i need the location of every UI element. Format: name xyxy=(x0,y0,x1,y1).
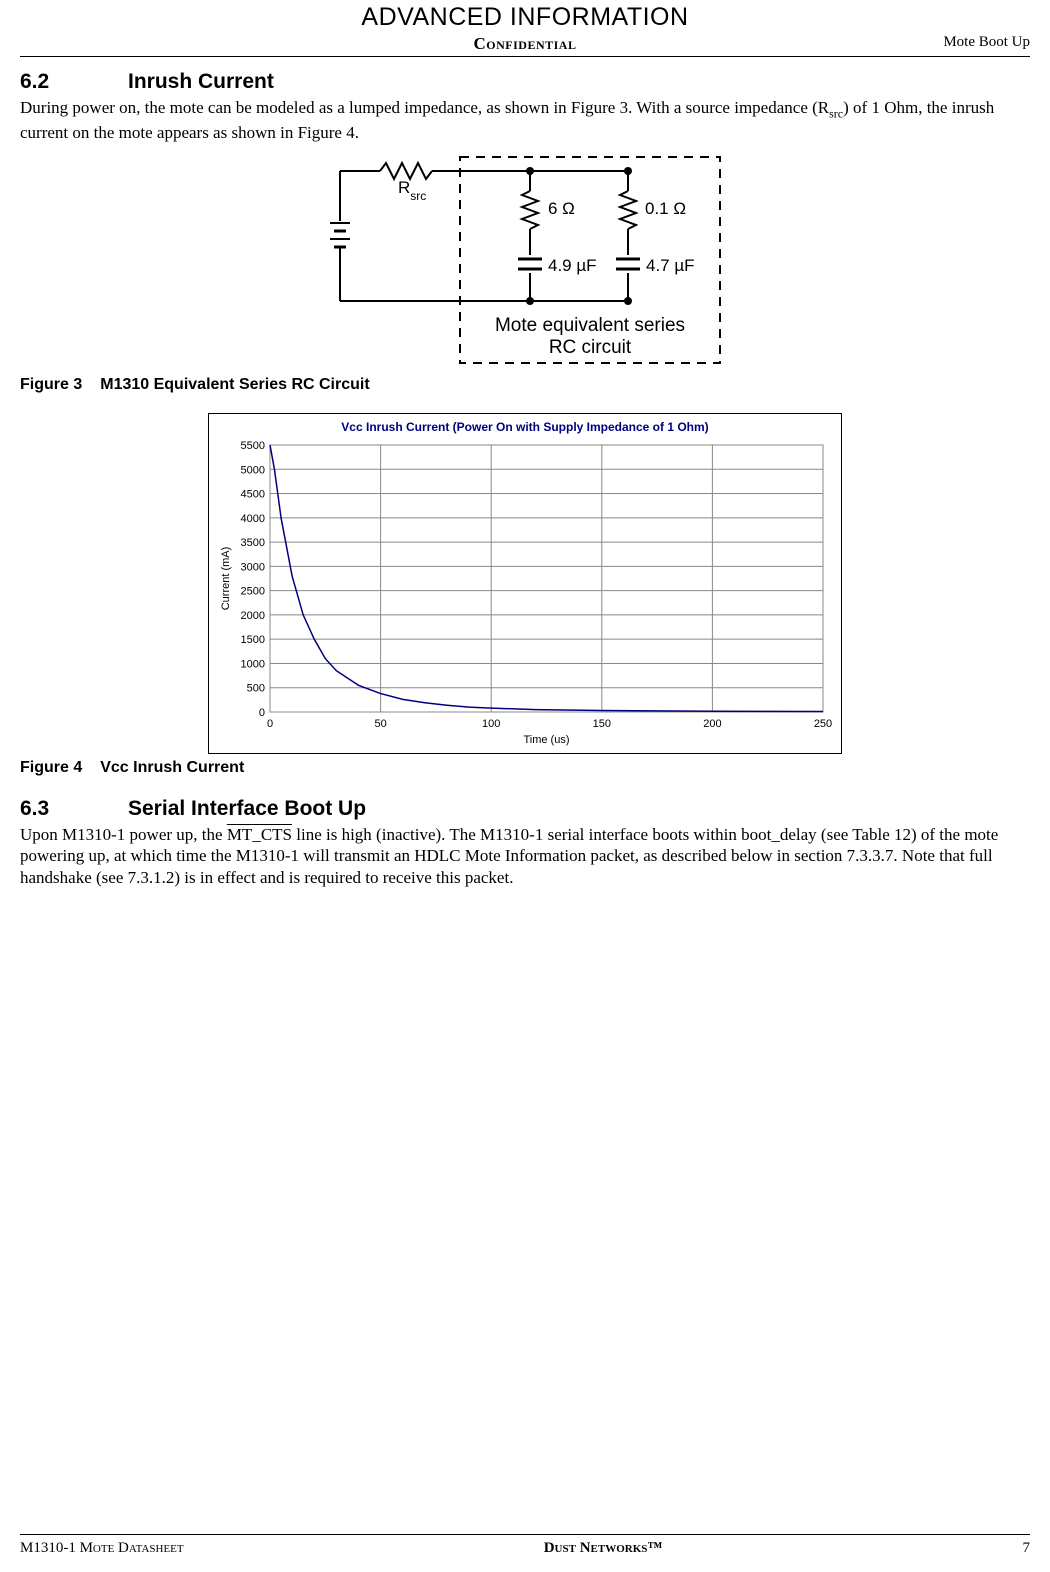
footer-page-number: 7 xyxy=(1022,1539,1030,1558)
c2-label: 4.7 µF xyxy=(646,256,695,275)
svg-text:1000: 1000 xyxy=(241,658,265,670)
svg-text:5500: 5500 xyxy=(241,440,265,452)
page-footer: M1310-1 Mote Datasheet Dust Networks™ 7 xyxy=(20,1534,1030,1558)
r2-label: 0.1 Ω xyxy=(645,199,686,218)
svg-text:Time (us): Time (us) xyxy=(523,734,569,746)
svg-text:250: 250 xyxy=(814,718,832,730)
circuit-diagram: Rsrc Vsrc 6 Ω 0.1 Ω 4.9 µF 4.7 µF Mote e… xyxy=(320,151,730,371)
figure-4: Vcc Inrush Current (Power On with Supply… xyxy=(20,413,1030,754)
footer-left: M1310-1 Mote Datasheet xyxy=(20,1539,184,1558)
svg-text:Rsrc: Rsrc xyxy=(398,178,426,203)
svg-text:100: 100 xyxy=(482,718,500,730)
chart-title: Vcc Inrush Current (Power On with Supply… xyxy=(215,420,835,435)
svg-text:2500: 2500 xyxy=(241,586,265,598)
top-rule xyxy=(20,56,1030,57)
svg-text:3000: 3000 xyxy=(241,561,265,573)
figure-4-caption: Figure 4Vcc Inrush Current xyxy=(20,758,1030,778)
banner: ADVANCED INFORMATION xyxy=(20,2,1030,33)
section-6-2-heading: 6.2Inrush Current xyxy=(20,69,1030,95)
svg-text:5000: 5000 xyxy=(241,464,265,476)
svg-text:200: 200 xyxy=(703,718,721,730)
svg-text:0: 0 xyxy=(267,718,273,730)
svg-text:150: 150 xyxy=(593,718,611,730)
inrush-chart: 0501001502002500500100015002000250030003… xyxy=(215,437,835,747)
section-6-2-body: During power on, the mote can be modeled… xyxy=(20,97,1030,143)
svg-text:0: 0 xyxy=(259,707,265,719)
figure-3: Rsrc Vsrc 6 Ω 0.1 Ω 4.9 µF 4.7 µF Mote e… xyxy=(20,151,1030,371)
section-6-3-heading: 6.3Serial Interface Boot Up xyxy=(20,796,1030,822)
figure-3-caption: Figure 3M1310 Equivalent Series RC Circu… xyxy=(20,375,1030,395)
svg-text:2000: 2000 xyxy=(241,610,265,622)
c1-label: 4.9 µF xyxy=(548,256,597,275)
svg-text:3500: 3500 xyxy=(241,537,265,549)
svg-text:50: 50 xyxy=(374,718,386,730)
footer-center: Dust Networks™ xyxy=(544,1539,663,1558)
svg-text:Current (mA): Current (mA) xyxy=(220,547,232,611)
svg-text:500: 500 xyxy=(247,683,265,695)
svg-text:4000: 4000 xyxy=(241,513,265,525)
page-header: Confidential Mote Boot Up xyxy=(20,33,1030,52)
header-center: Confidential xyxy=(0,33,1050,54)
svg-text:4500: 4500 xyxy=(241,488,265,500)
section-6-3-body: Upon M1310-1 power up, the MT_CTS line i… xyxy=(20,824,1030,888)
svg-text:1500: 1500 xyxy=(241,634,265,646)
r1-label: 6 Ω xyxy=(548,199,575,218)
svg-text:RC circuit: RC circuit xyxy=(549,337,632,358)
svg-text:Mote equivalent series: Mote equivalent series xyxy=(495,315,685,336)
